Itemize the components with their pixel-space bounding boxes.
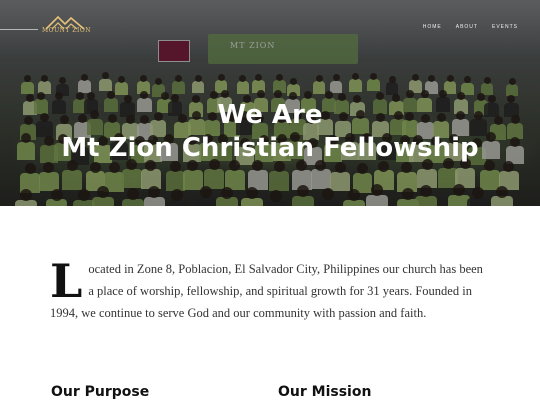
our-purpose-heading: Our Purpose xyxy=(51,384,150,400)
intro-paragraph: L ocated in Zone 8, Poblacion, El Salvad… xyxy=(50,258,490,324)
top-nav: HOME ABOUT EVENTS xyxy=(423,24,518,30)
nav-home-link[interactable]: HOME xyxy=(423,24,442,30)
our-mission-heading: Our Mission xyxy=(278,384,372,400)
nav-events-link[interactable]: EVENTS xyxy=(492,24,518,30)
drop-cap: L xyxy=(50,254,83,308)
logo-text[interactable]: MOUNT ZION xyxy=(42,27,91,34)
hero-section: MT ZION MOUNT ZION HOME ABOUT EVENTS We … xyxy=(0,0,540,206)
nav-about-link[interactable]: ABOUT xyxy=(456,24,478,30)
intro-text: ocated in Zone 8, Poblacion, El Salvador… xyxy=(50,262,483,320)
logo-divider xyxy=(0,29,38,30)
hero-title-line-2: Mt Zion Christian Fellowship xyxy=(61,133,479,163)
hero-title-line-1: We Are xyxy=(217,100,323,130)
